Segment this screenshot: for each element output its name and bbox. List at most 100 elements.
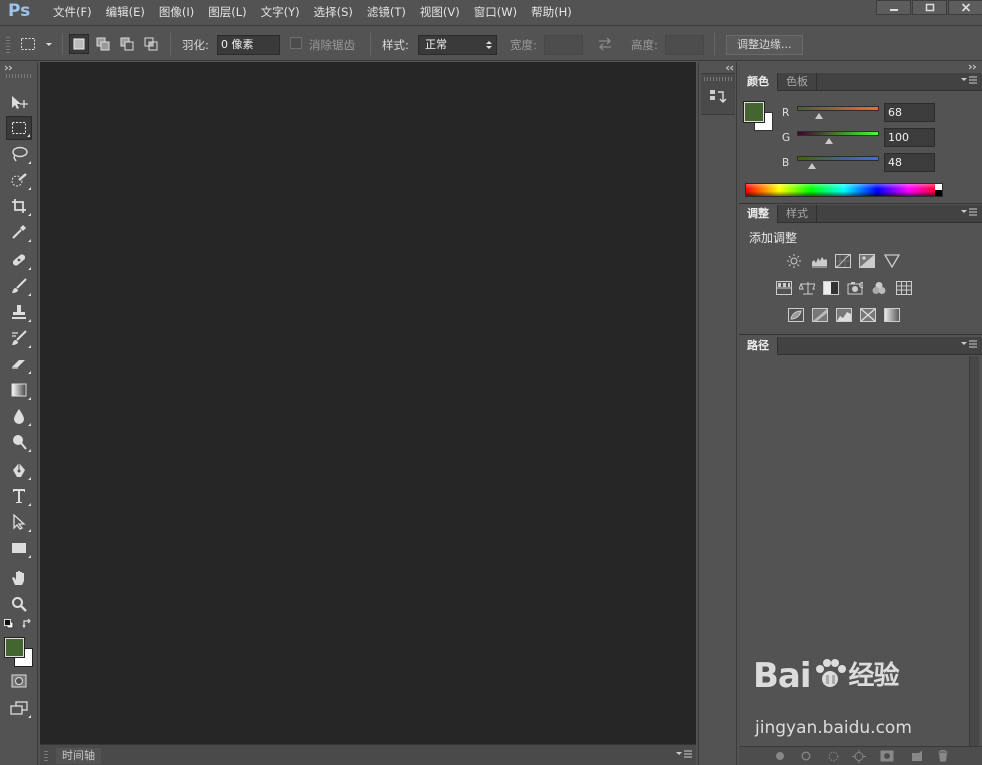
minimize-button[interactable] (876, 0, 911, 15)
gradient-tool[interactable] (6, 378, 32, 402)
brightness-contrast-button[interactable] (786, 254, 802, 268)
paths-scrollbar[interactable] (969, 356, 979, 746)
maximize-button[interactable] (912, 0, 947, 15)
collapse-toolbar-button[interactable] (4, 65, 14, 71)
crop-tool[interactable] (6, 194, 32, 218)
history-brush-tool[interactable] (6, 326, 32, 350)
photo-filter-button[interactable] (847, 281, 863, 295)
vibrance-button[interactable] (884, 254, 900, 268)
screen-mode-button[interactable] (6, 696, 32, 720)
quick-selection-tool[interactable] (6, 168, 32, 192)
delete-path-button[interactable] (937, 750, 949, 762)
posterize-button[interactable] (812, 308, 828, 322)
refine-edge-button[interactable]: 调整边缘... (726, 35, 803, 55)
swap-dimensions-button[interactable] (597, 37, 613, 51)
color-lookup-button[interactable] (896, 281, 912, 295)
lasso-tool[interactable] (6, 142, 32, 166)
load-selection-button[interactable] (828, 751, 839, 762)
hand-tool[interactable] (6, 566, 32, 590)
history-panel-button[interactable] (709, 88, 727, 106)
rectangle-tool[interactable] (6, 536, 32, 560)
blue-slider-track[interactable] (797, 156, 879, 161)
default-colors-button[interactable] (4, 619, 14, 629)
hue-saturation-button[interactable] (776, 281, 792, 295)
tab-adjustments[interactable]: 调整 (739, 205, 778, 223)
tab-swatches[interactable]: 色板 (778, 73, 817, 91)
paths-panel-menu-button[interactable] (961, 340, 977, 348)
dock-grip[interactable] (704, 77, 732, 81)
menu-help[interactable]: 帮助(H) (524, 0, 579, 26)
channel-mixer-button[interactable] (871, 281, 887, 295)
tab-timeline[interactable]: 时间轴 (56, 748, 101, 764)
close-button[interactable] (948, 0, 982, 15)
expand-dock-button[interactable] (725, 65, 735, 71)
add-mask-button[interactable] (880, 750, 894, 762)
healing-brush-tool[interactable] (6, 248, 32, 272)
subtract-selection-button[interactable] (117, 34, 137, 54)
gradient-map-button[interactable] (884, 308, 900, 322)
threshold-button[interactable] (836, 308, 852, 322)
curves-button[interactable] (835, 254, 851, 268)
menu-image[interactable]: 图像(I) (152, 0, 201, 26)
path-selection-tool[interactable] (6, 510, 32, 534)
menu-filter[interactable]: 滤镜(T) (360, 0, 413, 26)
adjustments-panel-menu-button[interactable] (961, 208, 977, 216)
toolbar-grip[interactable] (6, 74, 32, 78)
make-work-path-button[interactable] (852, 750, 866, 763)
document-canvas-area[interactable] (40, 62, 696, 744)
style-select[interactable]: 正常 (418, 35, 497, 55)
brush-tool[interactable] (6, 274, 32, 298)
tab-styles[interactable]: 样式 (778, 205, 817, 223)
collapse-panels-button[interactable] (968, 64, 978, 70)
eraser-tool[interactable] (6, 352, 32, 376)
green-value-input[interactable]: 100 (884, 128, 935, 147)
blur-tool[interactable] (6, 404, 32, 428)
type-tool[interactable] (6, 484, 32, 508)
green-slider-track[interactable] (797, 131, 879, 136)
menu-type[interactable]: 文字(Y) (254, 0, 307, 26)
swap-colors-button[interactable] (22, 618, 33, 629)
new-path-button[interactable] (911, 750, 923, 762)
black-white-button[interactable] (823, 281, 839, 295)
pen-tool[interactable] (6, 458, 32, 482)
tool-preset-picker[interactable] (20, 34, 56, 54)
timeline-grip[interactable] (44, 749, 48, 761)
levels-button[interactable] (811, 254, 827, 268)
dodge-tool[interactable] (6, 430, 32, 454)
blue-slider-thumb[interactable] (808, 163, 817, 169)
rect-marquee-tool[interactable] (6, 116, 32, 140)
intersect-selection-button[interactable] (141, 34, 161, 54)
width-input[interactable] (544, 35, 583, 55)
red-slider-thumb[interactable] (814, 113, 823, 119)
exposure-button[interactable] (859, 254, 875, 268)
red-value-input[interactable]: 68 (884, 103, 935, 122)
foreground-color-swatch[interactable] (4, 637, 25, 658)
fill-path-button[interactable] (775, 751, 785, 761)
color-panel-menu-button[interactable] (961, 76, 977, 84)
tab-paths[interactable]: 路径 (739, 337, 778, 355)
clone-stamp-tool[interactable] (6, 300, 32, 324)
green-slider-thumb[interactable] (825, 138, 834, 144)
invert-button[interactable] (788, 308, 804, 322)
menu-file[interactable]: 文件(F) (46, 0, 99, 26)
tab-color[interactable]: 颜色 (739, 73, 778, 91)
timeline-panel-menu-button[interactable] (676, 750, 692, 758)
options-grip[interactable] (6, 35, 10, 53)
height-input[interactable] (665, 35, 704, 55)
add-selection-button[interactable] (93, 34, 113, 54)
menu-window[interactable]: 窗口(W) (467, 0, 524, 26)
color-spectrum-ramp[interactable] (745, 183, 943, 197)
menu-layer[interactable]: 图层(L) (201, 0, 253, 26)
menu-select[interactable]: 选择(S) (307, 0, 360, 26)
quick-mask-button[interactable] (6, 669, 32, 693)
selective-color-button[interactable] (860, 308, 876, 322)
color-balance-button[interactable] (799, 281, 815, 295)
stroke-path-button[interactable] (801, 751, 811, 761)
zoom-tool[interactable] (6, 592, 32, 616)
move-tool[interactable] (6, 90, 32, 114)
antialias-checkbox[interactable] (290, 37, 302, 49)
red-slider-track[interactable] (797, 106, 879, 111)
eyedropper-tool[interactable] (6, 220, 32, 244)
menu-view[interactable]: 视图(V) (413, 0, 467, 26)
new-selection-button[interactable] (69, 34, 89, 54)
